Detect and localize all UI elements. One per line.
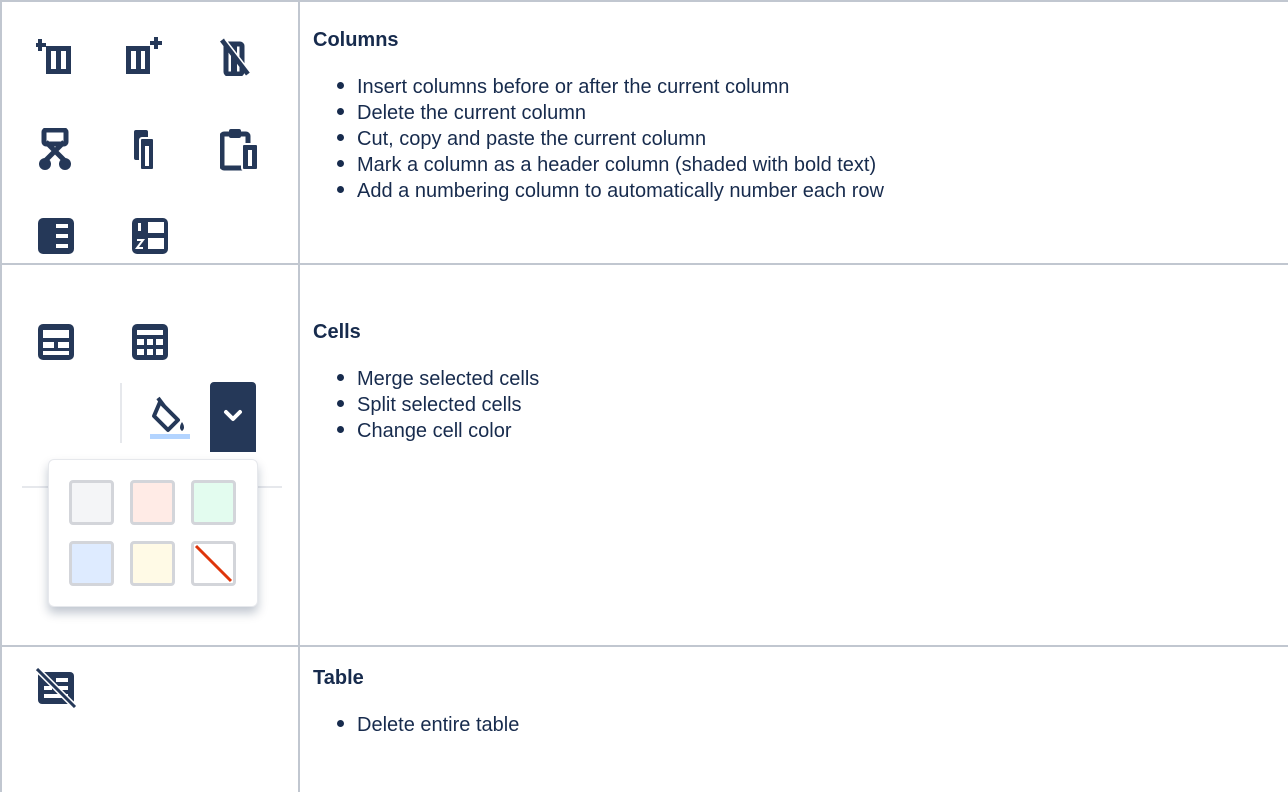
section-heading-table: Table bbox=[313, 667, 364, 689]
copy-column-icon[interactable] bbox=[130, 128, 160, 172]
cells-description: Cells Merge selected cells Split selecte… bbox=[313, 320, 539, 444]
list-item: Delete the current column bbox=[313, 100, 884, 126]
toolbar-divider bbox=[120, 383, 122, 443]
list-item: Add a numbering column to automatically … bbox=[313, 178, 884, 204]
list-item: Change cell color bbox=[313, 418, 539, 444]
table-border-top bbox=[0, 0, 1288, 2]
row-divider-1 bbox=[0, 263, 1288, 265]
color-swatch-green[interactable] bbox=[191, 480, 236, 525]
no-color-slash-icon bbox=[194, 544, 233, 583]
delete-column-icon[interactable] bbox=[216, 36, 256, 76]
list-item: Insert columns before or after the curre… bbox=[313, 74, 884, 100]
list-item: Split selected cells bbox=[313, 392, 539, 418]
list-item: Delete entire table bbox=[313, 712, 519, 738]
table-feature-list: Delete entire table bbox=[313, 712, 519, 738]
paste-column-icon[interactable] bbox=[220, 128, 264, 172]
columns-feature-list: Insert columns before or after the curre… bbox=[313, 74, 884, 204]
color-swatch-gray[interactable] bbox=[69, 480, 114, 525]
color-swatch-red[interactable] bbox=[130, 480, 175, 525]
list-item: Cut, copy and paste the current column bbox=[313, 126, 884, 152]
color-swatch-yellow[interactable] bbox=[130, 541, 175, 586]
color-swatch-blue[interactable] bbox=[69, 541, 114, 586]
table-description: Table Delete entire table bbox=[313, 666, 519, 738]
cell-color-icon[interactable] bbox=[148, 396, 192, 442]
split-cells-icon[interactable] bbox=[130, 322, 170, 362]
numbered-column-icon[interactable] bbox=[130, 216, 170, 256]
merge-cells-icon[interactable] bbox=[36, 322, 76, 362]
chevron-down-icon bbox=[223, 409, 243, 423]
section-heading-columns: Columns bbox=[313, 29, 399, 51]
insert-column-before-icon[interactable] bbox=[36, 36, 76, 76]
header-column-icon[interactable] bbox=[36, 216, 76, 256]
insert-column-after-icon[interactable] bbox=[124, 36, 164, 76]
feature-table: Columns Insert columns before or after t… bbox=[0, 0, 1288, 792]
list-item: Merge selected cells bbox=[313, 366, 539, 392]
section-heading-cells: Cells bbox=[313, 321, 361, 343]
table-border-left bbox=[0, 0, 2, 792]
cells-feature-list: Merge selected cells Split selected cell… bbox=[313, 366, 539, 444]
color-swatch-none[interactable] bbox=[191, 541, 236, 586]
row-divider-2 bbox=[0, 645, 1288, 647]
color-dropdown-button[interactable] bbox=[210, 382, 256, 452]
column-divider bbox=[298, 0, 300, 792]
list-item: Mark a column as a header column (shaded… bbox=[313, 152, 884, 178]
cut-column-icon[interactable] bbox=[36, 128, 76, 172]
columns-description: Columns Insert columns before or after t… bbox=[313, 28, 884, 204]
delete-table-icon[interactable] bbox=[36, 668, 78, 708]
